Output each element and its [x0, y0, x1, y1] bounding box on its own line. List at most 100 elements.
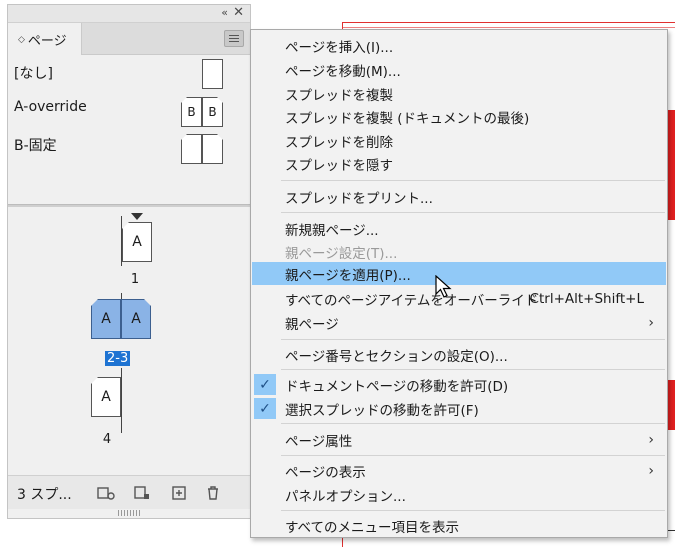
menu-item-label: スプレッドを隠す	[285, 157, 393, 174]
tab-pages[interactable]: ◇ ページ	[8, 23, 82, 56]
menu-item-page-attributes[interactable]: ページ属性 ›	[252, 428, 666, 451]
menu-item-label: ドキュメントページの移動を許可(D)	[285, 378, 509, 395]
menu-item-print-spread[interactable]: スプレッドをプリント...	[252, 185, 666, 208]
menu-item-allow-spread-shuffle[interactable]: ✓ 選択スプレッドの移動を許可(F)	[252, 397, 666, 420]
parent-item-none[interactable]: [なし]	[14, 63, 53, 85]
document-guide	[342, 22, 675, 23]
menu-item-panel-options[interactable]: パネルオプション...	[252, 483, 666, 506]
document-red-shape	[668, 380, 675, 430]
page-letter: B	[187, 105, 196, 119]
menu-item-label: スプレッドを複製	[285, 87, 393, 104]
menu-item-label: スプレッドをプリント...	[285, 190, 433, 207]
menu-item-delete-spread[interactable]: スプレッドを削除	[252, 129, 666, 152]
spread-count-label: 3 スプ...	[17, 487, 72, 503]
menu-item-show-all-menu-items[interactable]: すべてのメニュー項目を表示	[252, 514, 666, 537]
menu-item-parent-options: 親ページ設定(T)...	[252, 240, 666, 263]
menu-separator	[281, 423, 665, 424]
menu-item-label: 選択スプレッドの移動を許可(F)	[285, 402, 479, 419]
menu-item-view-pages[interactable]: ページの表示 ›	[252, 459, 666, 482]
panel-footer: 3 スプ...	[8, 475, 250, 509]
close-panel-icon[interactable]: ✕	[233, 5, 244, 20]
menu-item-new-parent[interactable]: 新規親ページ...	[252, 217, 666, 240]
page-letter: A	[132, 234, 142, 250]
new-page-button[interactable]	[169, 484, 189, 502]
spread-spine	[121, 368, 122, 433]
panel-context-menu: ページを挿入(I)... ページを移動(M)... スプレッドを複製 スプレッド…	[250, 29, 668, 538]
menu-item-label: ページを挿入(I)...	[285, 39, 394, 56]
page-transition-icon	[134, 486, 149, 499]
parent-b-right-page-thumbnail[interactable]	[202, 134, 223, 164]
parent-item-b-fixed[interactable]: B-固定	[14, 135, 57, 157]
page-transition-button[interactable]	[132, 484, 152, 502]
menu-item-label: 親ページ	[285, 316, 339, 333]
page-thumbnail-3[interactable]: A	[121, 299, 151, 339]
mouse-cursor-icon	[435, 275, 452, 298]
document-pages-section: A 1 A A 2-3 A 4	[8, 208, 250, 474]
menu-item-label: スプレッドを削除	[285, 134, 393, 151]
menu-item-label: ページ番号とセクションの設定(O)...	[285, 348, 508, 365]
menu-item-duplicate-spread-end[interactable]: スプレッドを複製 (ドキュメントの最後)	[252, 105, 666, 128]
panel-menu-button[interactable]	[224, 30, 244, 47]
parent-a-left-page-thumbnail[interactable]: B	[181, 97, 202, 127]
parent-item-a-override[interactable]: A-override	[14, 99, 87, 121]
menu-item-apply-parent[interactable]: 親ページを適用(P)...	[252, 262, 666, 285]
menu-separator	[281, 180, 665, 181]
tab-expand-arrows-icon: ◇	[18, 34, 25, 45]
submenu-arrow-icon: ›	[648, 462, 654, 479]
menu-item-label: パネルオプション...	[285, 488, 406, 505]
checkmark-icon: ✓	[254, 398, 276, 419]
menu-item-allow-document-pages-shuffle[interactable]: ✓ ドキュメントページの移動を許可(D)	[252, 373, 666, 396]
new-page-icon	[172, 486, 186, 500]
submenu-arrow-icon: ›	[648, 431, 654, 448]
current-page-marker-icon	[131, 213, 143, 220]
menu-item-parent-pages-submenu[interactable]: 親ページ ›	[252, 311, 666, 334]
page-number-2-3: 2-3	[105, 351, 131, 366]
page-letter: A	[101, 389, 111, 405]
parent-pages-section: [なし] A-override B B B-固定	[8, 55, 250, 203]
menu-item-insert-pages[interactable]: ページを挿入(I)...	[252, 34, 666, 57]
page-number-4: 4	[102, 432, 112, 447]
page-number-1: 1	[130, 272, 140, 287]
page-letter: A	[101, 311, 111, 327]
menu-separator	[281, 212, 665, 213]
menu-item-move-pages[interactable]: ページを移動(M)...	[252, 58, 666, 81]
trash-icon	[208, 486, 218, 500]
page-size-icon	[97, 487, 115, 500]
menu-item-label: ページ属性	[285, 433, 353, 450]
menu-item-numbering-section[interactable]: ページ番号とセクションの設定(O)...	[252, 343, 666, 366]
menu-separator	[281, 369, 665, 370]
parent-b-left-page-thumbnail[interactable]	[181, 134, 202, 164]
edit-page-size-button[interactable]	[96, 484, 116, 502]
panel-resize-grip[interactable]	[118, 510, 142, 516]
page-thumbnail-4[interactable]: A	[91, 377, 121, 417]
delete-page-button[interactable]	[203, 484, 223, 502]
document-guide	[342, 27, 675, 28]
panel-title-bar[interactable]: « ✕	[8, 5, 250, 23]
parent-a-right-page-thumbnail[interactable]: B	[202, 97, 223, 127]
menu-item-label: ページを移動(M)...	[285, 63, 401, 80]
menu-item-label: 新規親ページ...	[285, 222, 379, 239]
menu-item-label: すべてのメニュー項目を表示	[285, 519, 460, 536]
menu-shortcut: Ctrl+Alt+Shift+L	[529, 290, 644, 307]
menu-item-duplicate-spread[interactable]: スプレッドを複製	[252, 82, 666, 105]
checkmark-icon: ✓	[254, 374, 276, 395]
menu-separator	[281, 455, 665, 456]
pages-panel: « ✕ ◇ ページ [なし] A-override B B B-固定 A 1 A…	[7, 4, 251, 519]
menu-separator	[281, 510, 665, 511]
menu-item-label: ページの表示	[285, 464, 366, 481]
menu-item-override-all[interactable]: すべてのページアイテムをオーバーライド Ctrl+Alt+Shift+L	[252, 287, 666, 310]
menu-item-label: 親ページを適用(P)...	[285, 267, 411, 284]
tab-pages-label: ページ	[27, 34, 67, 49]
document-red-shape	[668, 110, 675, 220]
submenu-arrow-icon: ›	[648, 314, 654, 331]
parent-none-thumbnail[interactable]	[202, 59, 223, 89]
page-letter: A	[131, 311, 141, 327]
menu-item-hide-spread[interactable]: スプレッドを隠す	[252, 152, 666, 175]
menu-separator	[281, 339, 665, 340]
section-splitter[interactable]	[8, 204, 250, 207]
menu-item-label: 親ページ設定(T)...	[285, 245, 398, 262]
menu-item-label: すべてのページアイテムをオーバーライド	[285, 292, 539, 309]
page-thumbnail-2[interactable]: A	[91, 299, 121, 339]
collapse-panel-icon[interactable]: «	[221, 6, 228, 19]
page-thumbnail-1[interactable]: A	[122, 222, 152, 262]
